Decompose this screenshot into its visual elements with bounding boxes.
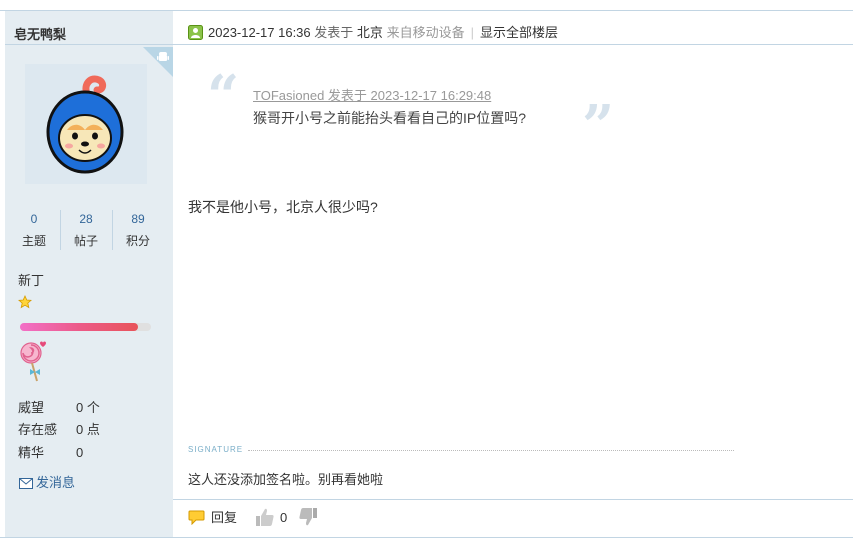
android-badge-icon [143, 47, 173, 77]
send-message-link[interactable]: 发消息 [19, 474, 75, 492]
stat-threads[interactable]: 0 主题 [8, 210, 60, 249]
show-all-floors-link[interactable]: 显示全部楼层 [480, 25, 558, 40]
post-location: 北京 [356, 25, 383, 40]
info-presence: 存在感 0 点 [18, 422, 100, 437]
meta-divider: | [470, 25, 474, 40]
signature-label: SIGNATURE [188, 445, 244, 454]
author-stats: 0 主题 28 帖子 89 积分 [5, 210, 173, 254]
lollipop-medal-icon[interactable] [18, 339, 48, 383]
info-prestige: 威望 0 个 [18, 400, 100, 415]
signature-divider [248, 450, 734, 451]
info-digest: 精华 0 [18, 445, 84, 460]
post-device: 来自移动设备 [386, 25, 465, 40]
stat-posts[interactable]: 28 帖子 [60, 210, 112, 249]
avatar[interactable] [25, 64, 147, 184]
post-header: 2023-12-17 16:36 发表于 北京 来自移动设备 | 显示全部楼层 [173, 11, 853, 45]
signature-text: 这人还没添加签名啦。别再看她啦 [188, 472, 384, 487]
quote-open-mark: “ [207, 63, 240, 129]
author-header: 皂无鸭梨 [5, 11, 173, 45]
quote-close-mark: ” [582, 93, 615, 159]
author-username[interactable]: 皂无鸭梨 [14, 24, 66, 43]
level-progress-fill [20, 323, 138, 331]
star-icon [18, 295, 32, 309]
envelope-icon [19, 478, 33, 489]
user-rank[interactable]: 新丁 [18, 270, 44, 289]
thumbs-down-icon[interactable] [298, 507, 318, 527]
stat-points[interactable]: 89 积分 [112, 210, 164, 249]
reply-bubble-icon [188, 510, 205, 526]
bottom-divider [0, 537, 853, 538]
author-sidebar: 皂无鸭梨 0 主题 28 帖子 89 积分 新丁 威望 0 个 存在感 0 点 … [5, 11, 173, 537]
reply-button[interactable]: 回复 [188, 509, 237, 527]
post-time: 2023-12-17 16:36 [208, 25, 311, 40]
like-count: 0 [280, 510, 288, 525]
thumbs-up-icon[interactable] [255, 507, 275, 527]
quote-text: 猴哥开小号之前能抬头看看自己的IP位置吗? [253, 110, 527, 126]
post-meta: 2023-12-17 16:36 发表于 北京 来自移动设备 | 显示全部楼层 [208, 25, 558, 41]
level-progress-bar [20, 323, 151, 331]
footer-divider [173, 499, 853, 500]
online-status-icon [188, 25, 203, 40]
posted-in-label: 发表于 [314, 25, 354, 40]
post-body: 我不是他小号，北京人很少吗? [188, 199, 378, 215]
quote-author-link[interactable]: TOFasioned 发表于 2023-12-17 16:29:48 [253, 85, 491, 104]
